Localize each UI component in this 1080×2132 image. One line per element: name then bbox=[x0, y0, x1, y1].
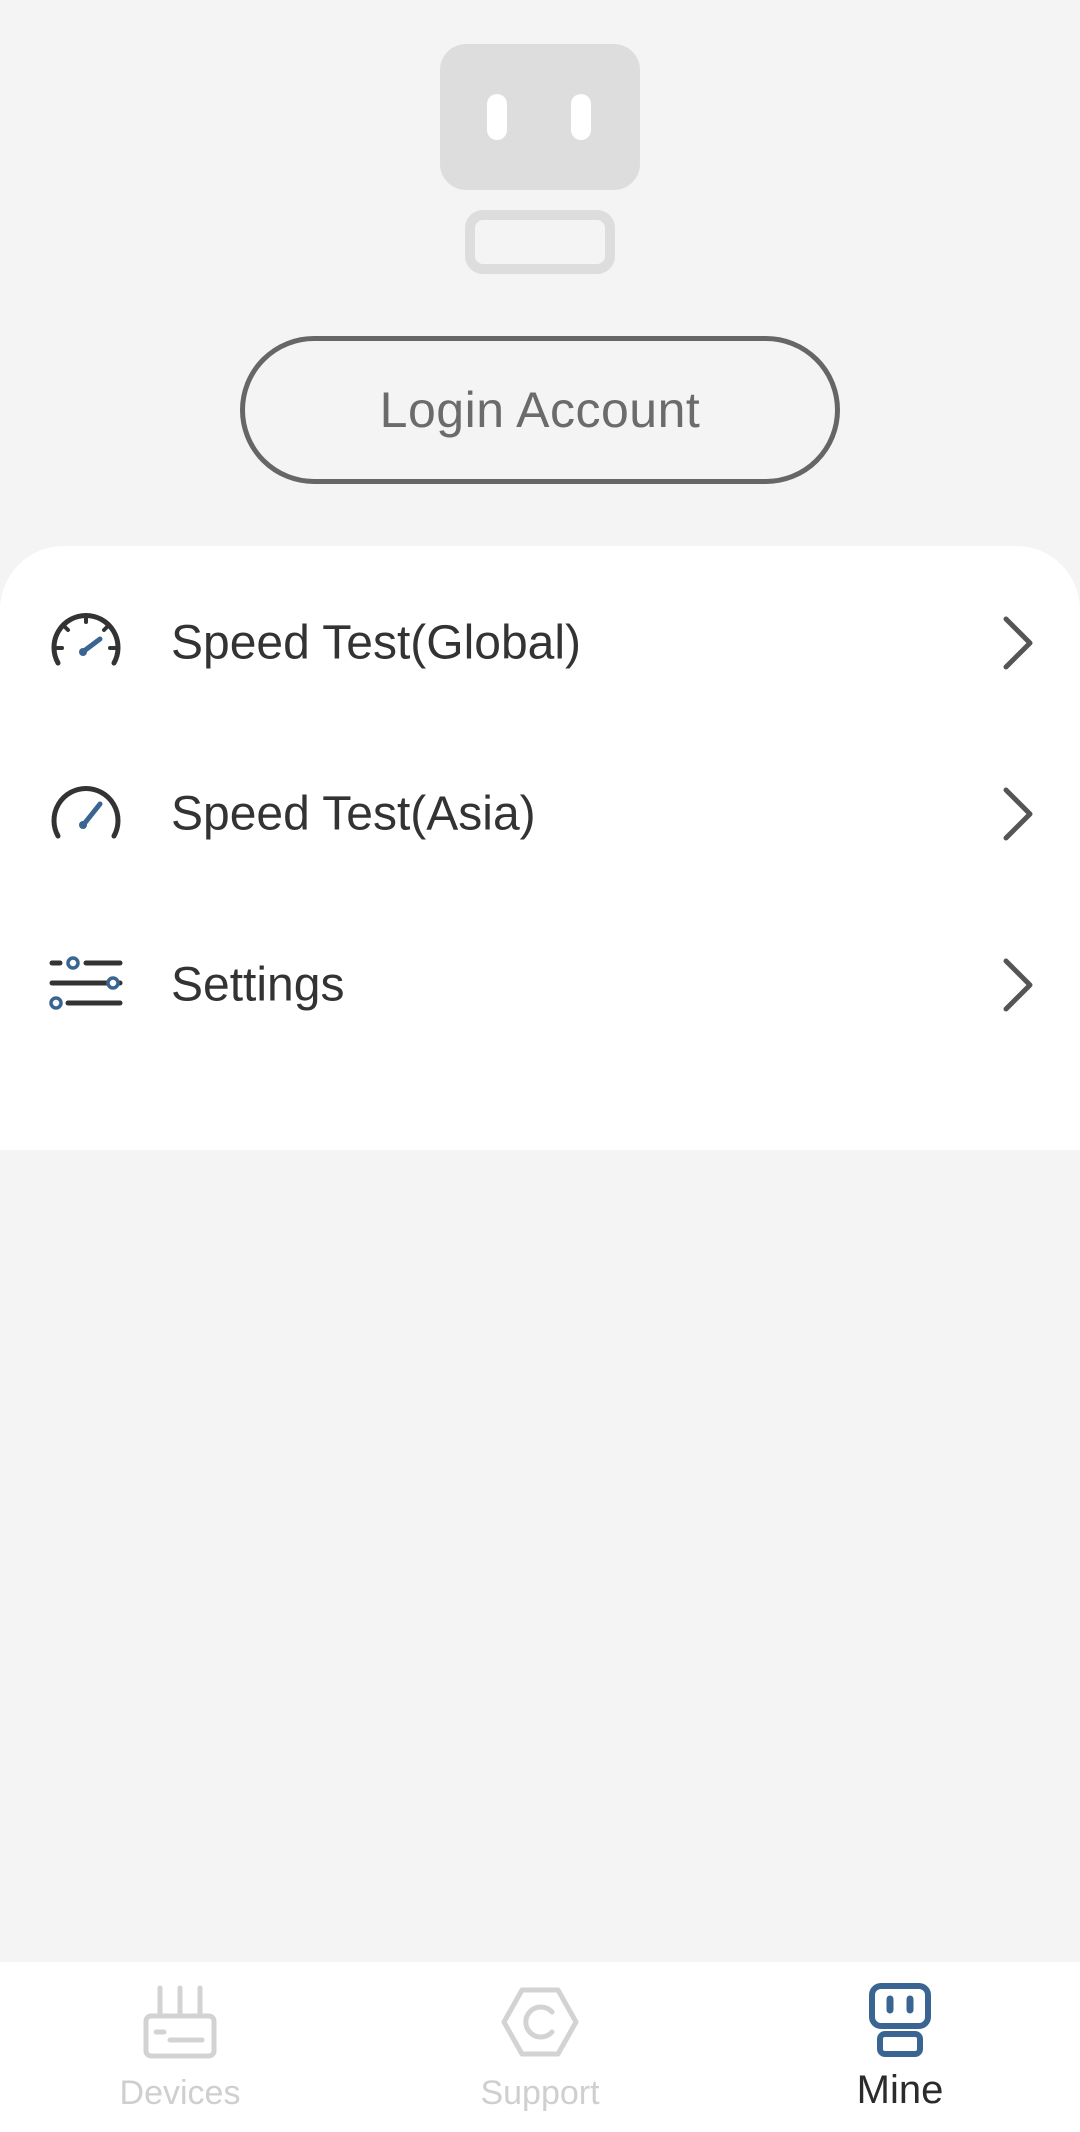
menu-item-label: Settings bbox=[171, 958, 345, 1012]
chevron-right-icon bbox=[1003, 787, 1033, 841]
tab-label: Devices bbox=[119, 2074, 241, 2112]
login-account-button[interactable]: Login Account bbox=[240, 336, 840, 484]
tab-devices[interactable]: Devices bbox=[0, 1962, 360, 2132]
speedometer-icon bbox=[51, 613, 121, 666]
robot-face-icon bbox=[869, 1983, 931, 2057]
avatar-placeholder-icon bbox=[440, 44, 640, 274]
menu-item-label: Speed Test(Global) bbox=[171, 616, 582, 670]
menu-item-settings[interactable]: Settings bbox=[0, 900, 1080, 1070]
menu-item-speed-test-global[interactable]: Speed Test(Global) bbox=[0, 558, 1080, 728]
support-icon bbox=[501, 1987, 579, 2057]
tab-label: Mine bbox=[856, 2068, 944, 2112]
bottom-tab-bar: Devices Support Mine bbox=[0, 1962, 1080, 2132]
gauge-icon bbox=[51, 786, 121, 839]
router-icon bbox=[143, 1985, 217, 2059]
tab-support[interactable]: Support bbox=[360, 1962, 720, 2132]
sliders-icon bbox=[49, 956, 123, 1010]
menu-item-label: Speed Test(Asia) bbox=[171, 787, 536, 841]
chevron-right-icon bbox=[1003, 958, 1033, 1012]
menu-item-speed-test-asia[interactable]: Speed Test(Asia) bbox=[0, 729, 1080, 899]
tab-mine[interactable]: Mine bbox=[720, 1962, 1080, 2132]
chevron-right-icon bbox=[1003, 616, 1033, 670]
tab-label: Support bbox=[480, 2074, 600, 2112]
menu-card: Speed Test(Global) Speed Test(Asia) Sett… bbox=[0, 546, 1080, 1150]
